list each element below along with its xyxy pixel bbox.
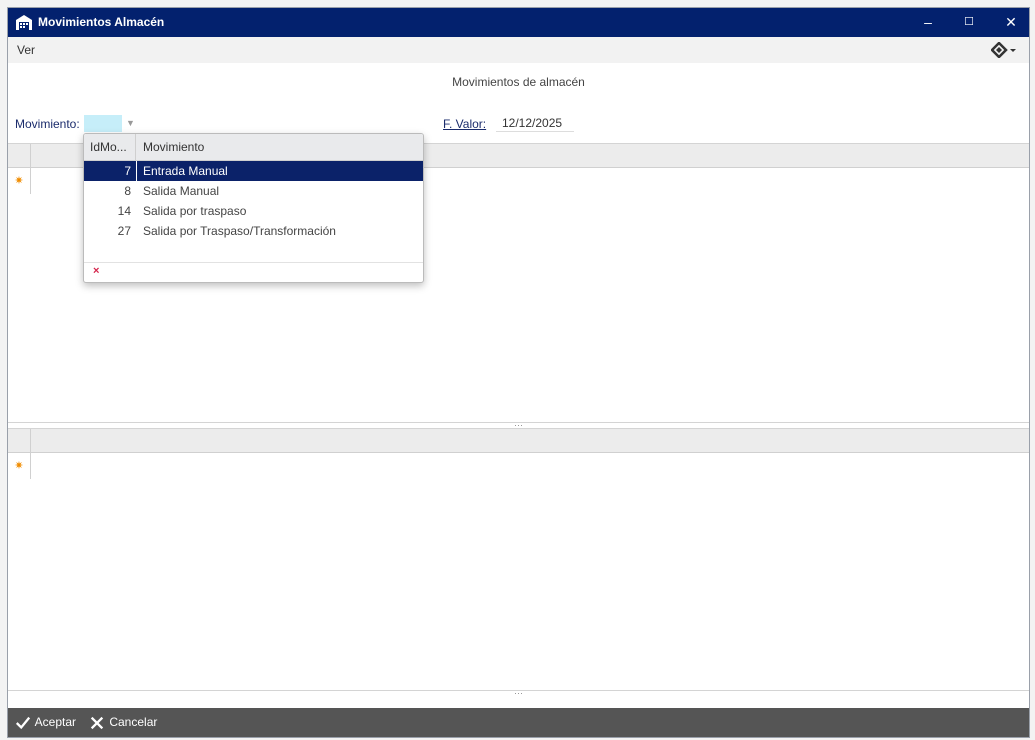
column-header-movimiento[interactable]: Movimiento	[143, 134, 204, 160]
footer-bar: Aceptar Cancelar	[8, 708, 1029, 737]
cancel-label: Cancelar	[109, 715, 158, 729]
new-row[interactable]: ✷	[8, 453, 1029, 479]
dropdown-option[interactable]: 27 Salida por Traspaso/Transformación	[84, 221, 423, 241]
row-header-corner	[8, 144, 31, 167]
lower-grid: ✷	[8, 428, 1029, 690]
minimize-button[interactable]: –	[915, 12, 941, 32]
close-button[interactable]: ✕	[998, 12, 1024, 32]
app-window: Movimientos Almacén – ☐ ✕ Ver Movimiento…	[7, 7, 1030, 738]
row-header-corner	[8, 429, 31, 452]
option-name: Entrada Manual	[143, 164, 228, 178]
option-id: 7	[124, 164, 131, 178]
dropdown-option[interactable]: 14 Salida por traspaso	[84, 201, 423, 221]
chevron-down-icon[interactable]: ▼	[123, 115, 138, 132]
accept-button[interactable]: Aceptar	[14, 708, 76, 737]
new-row-icon: ✷	[8, 453, 31, 479]
dropdown-footer: ×	[84, 262, 423, 282]
splitter-handle[interactable]: ···	[8, 689, 1029, 698]
column-header-id[interactable]: IdMo...	[84, 134, 136, 160]
menu-ver[interactable]: Ver	[17, 43, 35, 57]
checkmark-icon	[15, 716, 31, 729]
close-icon	[90, 716, 104, 729]
option-id: 27	[117, 224, 131, 238]
warehouse-icon	[16, 15, 32, 30]
accept-label: Aceptar	[34, 715, 77, 729]
option-name: Salida por traspaso	[143, 204, 247, 218]
movimiento-label: Movimiento:	[15, 117, 80, 131]
movimiento-dropdown[interactable]: IdMo... Movimiento 7 Entrada Manual 8 Sa…	[83, 133, 424, 283]
menu-bar: Ver	[8, 37, 1029, 63]
page-title: Movimientos de almacén	[452, 75, 585, 89]
dropdown-option[interactable]: 8 Salida Manual	[84, 181, 423, 201]
option-name: Salida por Traspaso/Transformación	[143, 224, 336, 238]
dropdown-option[interactable]: 7 Entrada Manual	[84, 161, 423, 181]
option-name: Salida Manual	[143, 184, 220, 198]
movimiento-combo[interactable]	[84, 115, 122, 132]
maximize-button[interactable]: ☐	[956, 12, 982, 32]
fvalor-field[interactable]: 12/12/2025	[496, 115, 574, 132]
clear-icon[interactable]: ×	[93, 265, 99, 277]
title-bar: Movimientos Almacén – ☐ ✕	[8, 8, 1029, 37]
dropdown-header: IdMo... Movimiento	[84, 134, 423, 161]
window-title: Movimientos Almacén	[38, 15, 165, 29]
lower-grid-header	[8, 429, 1029, 453]
cancel-button[interactable]: Cancelar	[88, 708, 157, 737]
option-id: 14	[117, 204, 131, 218]
fvalor-label[interactable]: F. Valor:	[443, 117, 486, 131]
brand-logo-icon[interactable]	[991, 42, 1019, 58]
new-row-icon: ✷	[8, 168, 31, 194]
cell-divider	[136, 161, 137, 181]
option-id: 8	[124, 184, 131, 198]
